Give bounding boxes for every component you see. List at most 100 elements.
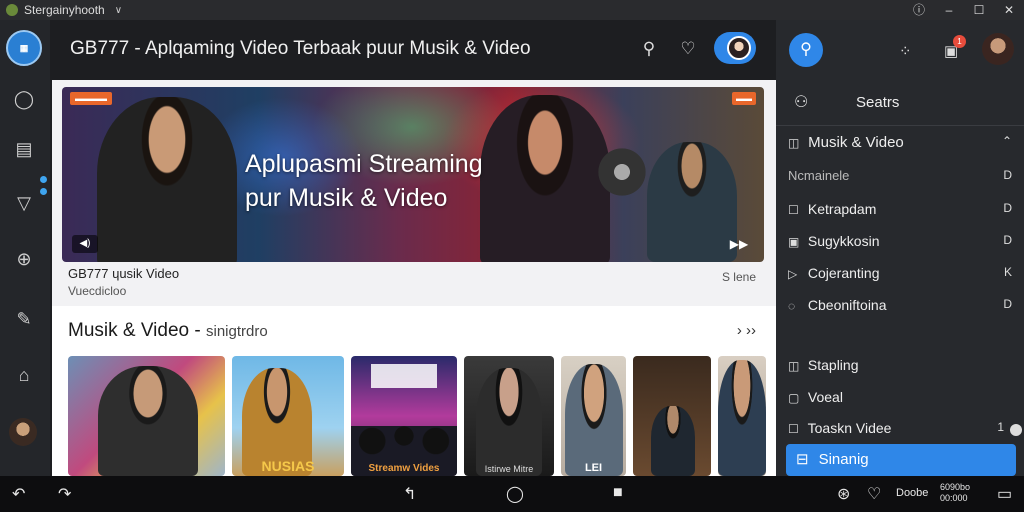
dot-indicator <box>40 176 47 183</box>
right-sidebar: ⚲ ⁘ ▣ 1 ⚇ Seatrs ◫ Musik & Video ⌃ Ncmai… <box>776 20 1024 476</box>
video-thumbnail[interactable] <box>68 356 225 476</box>
clock: 6090bo 00:000 <box>940 482 970 504</box>
toggle-indicator[interactable] <box>1010 424 1022 436</box>
app-icon <box>6 4 18 16</box>
minimize-button[interactable]: – <box>934 0 964 20</box>
profile-button[interactable] <box>714 32 756 64</box>
heart-icon[interactable]: ♡ <box>867 484 881 504</box>
thumbnail-person <box>651 406 695 476</box>
back-arrow-icon[interactable]: ↰ <box>403 484 416 504</box>
section-title: Musik & Video - sinigtrdro <box>68 320 268 342</box>
sidebar-item[interactable]: ☐ Toaskn Videe 1 <box>788 420 1022 444</box>
forward-icon[interactable]: ↷ <box>58 484 71 504</box>
sidebar-item[interactable]: ◌ Cbeoniftoina D <box>788 297 1020 321</box>
avatar[interactable] <box>9 418 37 446</box>
maximize-button[interactable]: ☐ <box>964 0 994 20</box>
compass-icon[interactable]: ⊕ <box>11 246 37 272</box>
sidebar-item-label: Cbeoniftoina <box>807 297 887 313</box>
sidebar-item-musik-video[interactable]: ◫ Musik & Video ⌃ <box>788 134 1020 158</box>
fast-forward-icon[interactable]: ▶▶ <box>726 235 752 253</box>
sidebar-item[interactable]: ◫ Stapling <box>788 357 1020 381</box>
collapse-icon[interactable]: ⌃ <box>1002 134 1012 148</box>
home-button[interactable]: ◯ <box>506 484 524 504</box>
back-icon[interactable]: ↶ <box>12 484 25 504</box>
grid-icon[interactable]: ⁘ <box>899 42 912 60</box>
item-indicator: D <box>1003 201 1012 215</box>
shield-icon[interactable]: ♡ <box>677 38 699 60</box>
sidebar-item[interactable]: Ncmainele D <box>788 168 1020 192</box>
notification-badge: 1 <box>953 35 966 48</box>
layout-icon: ⊟ <box>796 451 809 468</box>
video-thumbnail[interactable]: LEI <box>561 356 626 476</box>
calendar-icon[interactable]: ▤ <box>11 136 37 162</box>
hero-banner[interactable]: ▬▬▬▬ ▬▬ Aplupasmi Streaming pur Musik & … <box>62 87 764 262</box>
status-text: Doobe <box>896 487 929 499</box>
search-icon[interactable]: ⚲ <box>638 38 660 60</box>
video-thumbnail[interactable]: Streamw Vides <box>351 356 457 476</box>
video-thumbnail[interactable]: NUSIAS <box>232 356 344 476</box>
item-indicator: D <box>1003 168 1012 182</box>
volume-icon[interactable]: ◀) <box>72 235 98 253</box>
recents-button[interactable]: ■ <box>613 484 623 502</box>
thumbnail-banner <box>371 364 437 388</box>
info-icon[interactable]: ⓘ <box>904 0 934 20</box>
thumbnail-person <box>476 368 542 476</box>
hd-badge: ▬▬ <box>732 92 756 105</box>
sidebar-item-label: Stapling <box>807 357 859 373</box>
square-icon: ☐ <box>788 422 799 436</box>
item-indicator: D <box>1003 233 1012 247</box>
home-icon[interactable]: ⌂ <box>11 362 37 388</box>
sidebar-item-label: Sugykkosin <box>807 233 880 249</box>
search-button[interactable]: ⚲ <box>789 33 823 67</box>
item-indicator: K <box>1003 265 1012 279</box>
guitarist-image <box>97 97 237 262</box>
sidebar-item[interactable]: ☐ Ketrapdam D <box>788 201 1020 225</box>
logo[interactable]: ▦ <box>6 30 42 66</box>
thumbnail-label: Streamw Vides <box>368 463 440 474</box>
sidebar-item[interactable]: ▢ Voeal <box>788 389 1020 413</box>
dot-indicator <box>40 188 47 195</box>
video-thumbnail[interactable] <box>633 356 711 476</box>
thumbnail-person <box>565 364 623 476</box>
item-count: 1 <box>997 420 1004 434</box>
section-title-suffix: sinigtrdro <box>205 323 268 340</box>
left-rail: ▦ ◯ ▤ ▽ ⊕ ✎ ⌂ <box>0 20 50 476</box>
microphone-image <box>592 147 652 197</box>
hero-caption-meta: S lene <box>721 270 756 284</box>
sidebar-item-label: Cojeranting <box>807 265 880 281</box>
filter-icon[interactable]: ▽ <box>11 190 37 216</box>
sidebar-item-label: Voeal <box>807 389 843 405</box>
top-bar: GB777 - Aplqaming Video Terbaak puur Mus… <box>50 20 776 80</box>
sidebar-item-label: Sinanig <box>818 451 869 468</box>
message-icon[interactable]: ▭ <box>997 484 1012 504</box>
system-navbar: ↶ ↷ ↰ ◯ ■ ⊛ ♡ Doobe 6090bo 00:000 ▭ <box>0 476 1024 512</box>
sidebar-item-label: Ncmainele <box>788 168 850 183</box>
media-icon: ◫ <box>788 136 800 150</box>
settings-icon[interactable]: ⊛ <box>837 484 850 504</box>
notification-button[interactable]: ▣ 1 <box>944 35 966 60</box>
window-title: Stergainyhooth <box>24 3 105 17</box>
avatar[interactable] <box>982 33 1014 65</box>
thumbnail-person <box>98 366 198 476</box>
hero-caption-title: GB777 ɥusik Video <box>68 266 180 281</box>
sidebar-item-active[interactable]: ⊟ Sinanig <box>786 444 1016 476</box>
hero-headline: Aplupasmi Streaming pur Musik & Video <box>245 147 483 215</box>
pin-icon: ◫ <box>788 359 800 373</box>
sidebar-tabs: ⚇ Seatrs <box>776 80 1024 126</box>
close-button[interactable]: ✕ <box>994 0 1024 20</box>
item-indicator: D <box>1003 297 1012 311</box>
sidebar-item[interactable]: ▣ Sugykkosin D <box>788 233 1020 257</box>
thumbnail-label: LEI <box>584 462 603 474</box>
sidebar-item[interactable]: ▷ Cojeranting K <box>788 265 1020 289</box>
tab-search[interactable]: Seatrs <box>856 94 899 111</box>
hero-caption-subtitle: Vuecdicloo <box>68 284 127 298</box>
user-icon[interactable]: ⚇ <box>794 92 808 112</box>
chat-icon[interactable]: ◯ <box>11 86 37 112</box>
content-area: ▬▬▬▬ ▬▬ Aplupasmi Streaming pur Musik & … <box>52 80 776 476</box>
next-arrows-icon[interactable]: › ›› <box>737 322 756 339</box>
video-thumbnail[interactable] <box>718 356 766 476</box>
chevron-down-icon[interactable]: ∨ <box>115 5 122 16</box>
edit-icon[interactable]: ✎ <box>11 306 37 332</box>
avatar <box>727 36 751 60</box>
video-thumbnail[interactable]: Istirwe Mitre <box>464 356 554 476</box>
